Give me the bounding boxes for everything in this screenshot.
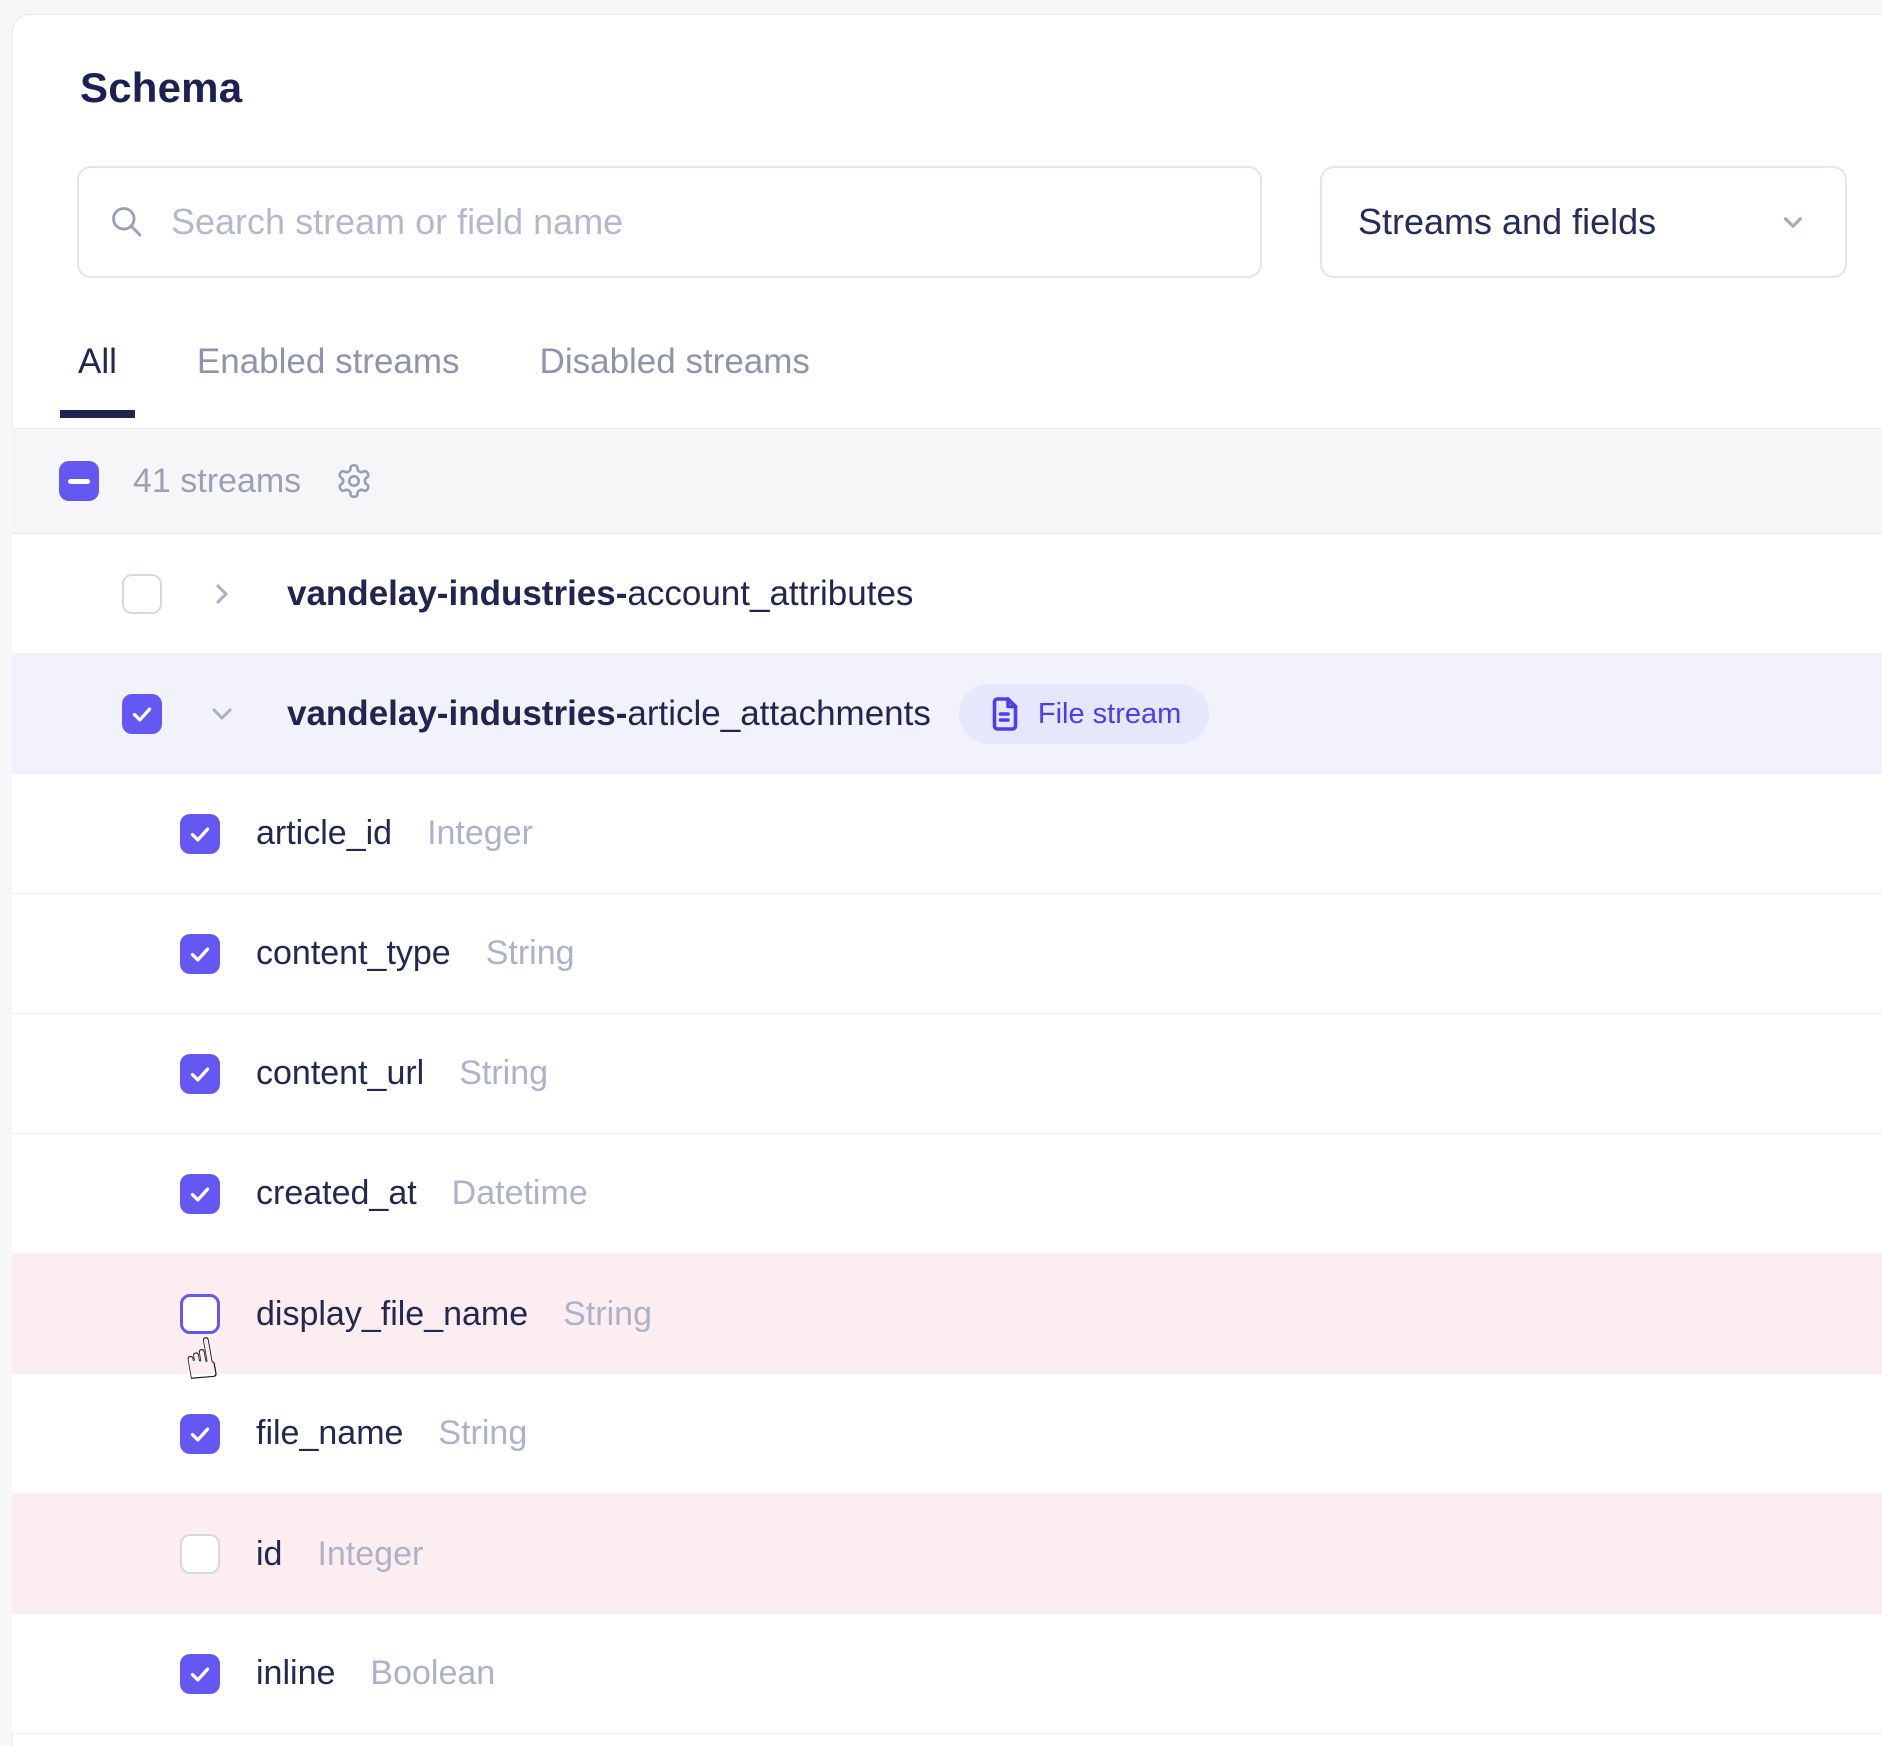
field-name: display_file_name	[256, 1295, 528, 1334]
minus-icon	[68, 479, 90, 484]
field-type: String	[459, 1054, 548, 1093]
gear-icon[interactable]	[335, 462, 373, 500]
tab-enabled-streams[interactable]: Enabled streams	[179, 332, 478, 418]
chevron-down-icon[interactable]	[207, 699, 237, 729]
stream-name: vandelay-industries-account_attributes	[287, 574, 913, 614]
field-name: inline	[256, 1654, 335, 1693]
stream-count: 41 streams	[133, 462, 301, 501]
field-name: content_url	[256, 1054, 424, 1093]
field-name: article_id	[256, 814, 392, 853]
field-type: Integer	[317, 1535, 423, 1574]
stream-list: 41 streams vandelay-industries-account_a…	[12, 428, 1882, 1734]
field-type: Integer	[427, 814, 533, 853]
field-checkbox[interactable]	[180, 1054, 220, 1094]
field-checkbox[interactable]	[180, 814, 220, 854]
stream-checkbox[interactable]	[122, 574, 162, 614]
field-name: created_at	[256, 1174, 417, 1213]
field-checkbox[interactable]	[180, 934, 220, 974]
search-box	[77, 166, 1262, 278]
search-input[interactable]	[171, 201, 1230, 243]
stream-row[interactable]: vandelay-industries-account_attributes	[12, 534, 1882, 654]
view-filter-selected: Streams and fields	[1358, 201, 1656, 243]
tab-disabled-streams[interactable]: Disabled streams	[522, 332, 828, 418]
field-name: id	[256, 1535, 282, 1574]
field-row[interactable]: article_id Integer	[12, 774, 1882, 894]
field-row[interactable]: created_at Datetime	[12, 1134, 1882, 1254]
chevron-right-icon[interactable]	[207, 579, 237, 609]
select-all-checkbox[interactable]	[59, 461, 99, 501]
file-stream-badge: File stream	[959, 684, 1209, 744]
field-checkbox[interactable]	[180, 1294, 220, 1334]
field-type: Boolean	[370, 1654, 495, 1693]
field-checkbox[interactable]	[180, 1534, 220, 1574]
stream-list-toolbar: 41 streams	[12, 428, 1882, 534]
field-type: String	[563, 1295, 652, 1334]
stream-row-selected[interactable]: vandelay-industries-article_attachments …	[12, 654, 1882, 774]
file-text-icon	[987, 696, 1023, 732]
stream-name: vandelay-industries-article_attachments	[287, 694, 931, 734]
view-filter-dropdown[interactable]: Streams and fields	[1320, 166, 1847, 278]
field-type: Datetime	[452, 1174, 588, 1213]
page-title: Schema	[80, 64, 242, 112]
field-row[interactable]: content_url String	[12, 1014, 1882, 1134]
field-checkbox[interactable]	[180, 1414, 220, 1454]
field-checkbox[interactable]	[180, 1174, 220, 1214]
field-name: content_type	[256, 934, 451, 973]
chevron-down-icon	[1777, 206, 1809, 238]
schema-panel: Schema Streams and fields All Enabled st…	[0, 0, 1882, 1746]
field-name: file_name	[256, 1414, 403, 1453]
field-type: String	[438, 1414, 527, 1453]
field-row-removed[interactable]: id Integer	[12, 1494, 1882, 1614]
field-checkbox[interactable]	[180, 1654, 220, 1694]
search-icon	[109, 204, 145, 240]
field-row[interactable]: inline Boolean	[12, 1614, 1882, 1734]
field-row[interactable]: content_type String	[12, 894, 1882, 1014]
stream-filter-tabs: All Enabled streams Disabled streams	[60, 332, 828, 418]
badge-label: File stream	[1038, 698, 1181, 731]
stream-checkbox[interactable]	[122, 694, 162, 734]
field-row-removed[interactable]: display_file_name String ☝	[12, 1254, 1882, 1374]
tab-all[interactable]: All	[60, 332, 135, 418]
field-type: String	[486, 934, 575, 973]
field-row[interactable]: file_name String	[12, 1374, 1882, 1494]
